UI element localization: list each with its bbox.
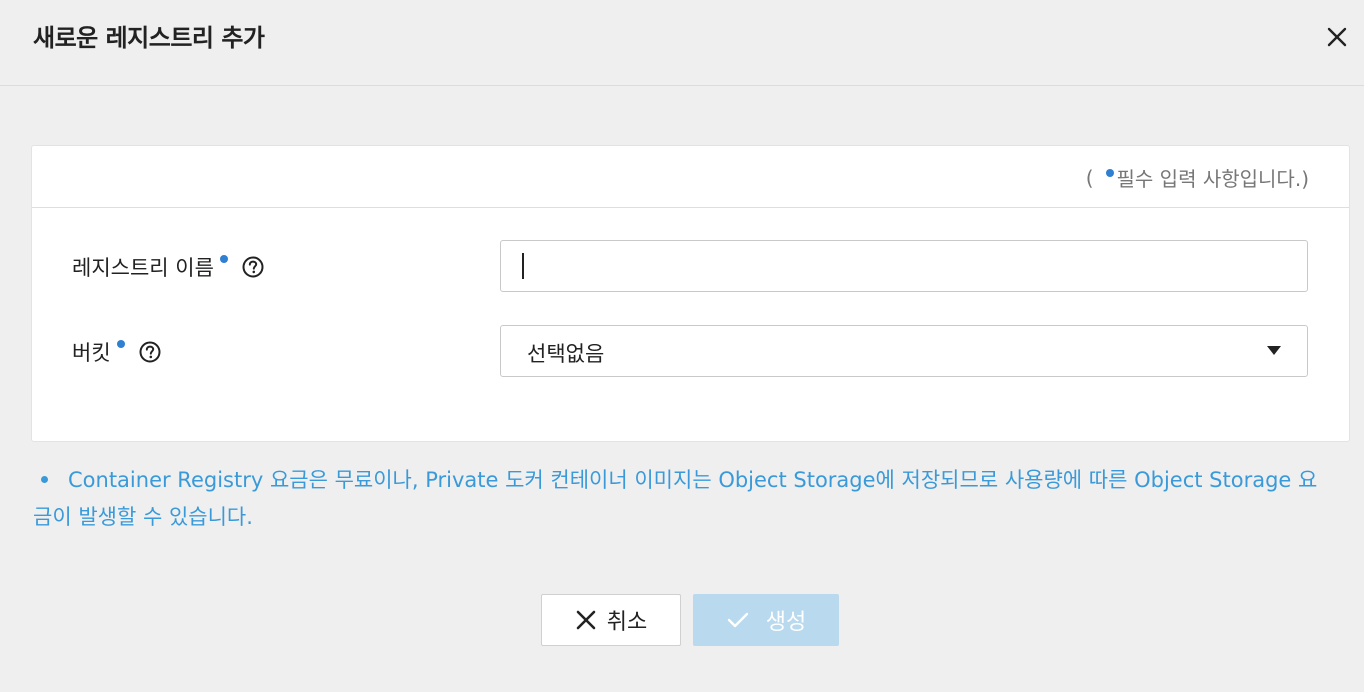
- pricing-notice-text: Container Registry 요금은 무료이나, Private 도커 …: [33, 468, 1318, 529]
- bucket-select-value: 선택없음: [527, 342, 605, 366]
- required-note-text: 필수 입력 사항입니다.): [1116, 167, 1309, 191]
- required-note-paren: (: [1085, 165, 1094, 190]
- create-button[interactable]: 생성: [693, 594, 839, 646]
- required-dot-icon: [116, 340, 125, 348]
- registry-name-row: 레지스트리 이름: [32, 240, 1349, 292]
- close-icon: [1327, 27, 1347, 47]
- dialog-header: 새로운 레지스트리 추가: [0, 0, 1364, 86]
- form-panel: ( 필수 입력 사항입니다.) 레지스트리 이름 버킷 선택없음: [31, 145, 1350, 442]
- registry-name-label: 레지스트리 이름: [72, 256, 214, 280]
- close-button[interactable]: [1322, 22, 1352, 52]
- cancel-button-label: 취소: [606, 610, 648, 635]
- bucket-select[interactable]: 선택없음: [500, 325, 1308, 377]
- help-icon[interactable]: [242, 256, 264, 278]
- bucket-label: 버킷: [72, 341, 111, 365]
- required-note: ( 필수 입력 사항입니다.): [1086, 163, 1309, 192]
- registry-name-label-group: 레지스트리 이름: [72, 252, 264, 282]
- pricing-notice: Container Registry 요금은 무료이나, Private 도커 …: [33, 462, 1333, 536]
- help-icon[interactable]: [139, 341, 161, 363]
- bucket-row: 버킷 선택없음: [32, 325, 1349, 377]
- caret-down-icon: [1267, 346, 1281, 355]
- check-icon: [727, 612, 748, 628]
- dialog-title: 새로운 레지스트리 추가: [33, 24, 265, 52]
- registry-name-input[interactable]: [500, 240, 1308, 292]
- required-dot-icon: [1105, 168, 1114, 177]
- cancel-button[interactable]: 취소: [541, 594, 681, 646]
- x-icon: [576, 610, 596, 630]
- required-dot-icon: [219, 255, 228, 263]
- bullet-icon: [41, 475, 48, 483]
- text-cursor: [522, 253, 524, 279]
- bucket-label-group: 버킷: [72, 337, 161, 367]
- create-button-label: 생성: [765, 610, 807, 635]
- add-registry-dialog: 새로운 레지스트리 추가 ( 필수 입력 사항입니다.) 레지스트리 이름 버킷…: [0, 0, 1364, 692]
- form-panel-header: ( 필수 입력 사항입니다.): [32, 146, 1349, 208]
